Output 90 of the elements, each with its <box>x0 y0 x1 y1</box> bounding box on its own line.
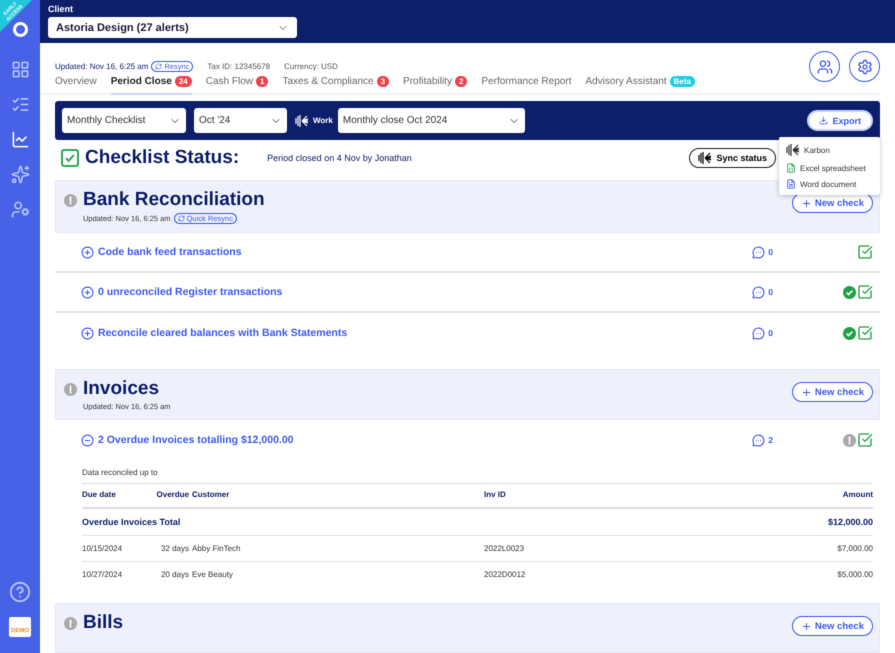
plus-icon <box>800 620 812 632</box>
column-header: Due date <box>82 489 117 501</box>
column-header: Customer <box>191 489 230 501</box>
tab[interactable]: Taxes & Compliance 3 <box>282 74 390 95</box>
new-check-button[interactable]: New check <box>792 382 873 402</box>
tab[interactable]: Advisory Assistant Beta <box>585 74 695 95</box>
karbon-icon <box>698 151 712 165</box>
table-cell-text: 10/27/2024 <box>82 569 124 581</box>
check-title[interactable]: Code bank feed transactions <box>98 246 242 258</box>
user-settings-icon[interactable] <box>10 200 30 219</box>
work-label: Work <box>313 116 333 125</box>
checkbox[interactable] <box>857 432 873 448</box>
period-closed-note: Period closed on 4 Nov by Jonathan <box>267 153 412 163</box>
checklist-status-title: Checklist Status: <box>85 147 240 169</box>
users-icon <box>816 58 832 74</box>
checklist-icon[interactable] <box>10 95 30 114</box>
total-label: Overdue Invoices Total <box>82 516 182 529</box>
settings-icon <box>856 58 872 74</box>
export-menu-item[interactable]: Word document <box>779 176 880 192</box>
export-button[interactable]: Export <box>807 110 873 131</box>
new-check-button[interactable]: New check <box>792 616 873 636</box>
sync-status-button[interactable]: Sync status <box>689 148 776 168</box>
currency-text: Currency: USD <box>284 62 338 71</box>
expand-icon[interactable] <box>81 246 94 258</box>
table-cell-text: 2022L0023 <box>483 543 526 555</box>
count-badge: 3 <box>376 76 390 87</box>
new-check-button[interactable]: New check <box>792 193 873 213</box>
updated-text: Updated: Nov 16, 6:25 am <box>55 62 148 71</box>
count-badge: 1 <box>256 76 268 87</box>
users-button[interactable] <box>809 51 840 82</box>
table-cell-text: Eve Beauty <box>191 569 234 581</box>
table-cell-text: $7,000.00 <box>836 543 873 555</box>
check-icon <box>64 152 76 164</box>
column-header: Inv ID <box>483 489 507 501</box>
plus-icon <box>800 198 812 208</box>
count-badge: 2 <box>454 76 468 87</box>
count-badge: 24 <box>174 76 192 87</box>
beta-tag: Beta <box>670 76 695 87</box>
export-menu-item[interactable]: Karbon <box>779 140 880 160</box>
checkbox[interactable] <box>857 325 873 341</box>
tax-id-text: Tax ID: 12345678 <box>207 62 270 71</box>
help-icon[interactable] <box>9 581 31 603</box>
collapse-icon[interactable] <box>81 434 94 446</box>
expand-icon[interactable] <box>81 286 94 298</box>
table-cell-text: 2022D0012 <box>483 569 526 581</box>
client-dropdown[interactable]: Astoria Design (27 alerts) <box>48 17 297 38</box>
total-amount: $12,000.00 <box>826 516 873 529</box>
table-cell-text: 10/15/2024 <box>82 543 124 555</box>
spreadsheet-icon <box>786 163 796 173</box>
checkbox[interactable] <box>857 284 873 300</box>
export-menu-item[interactable]: Excel spreadsheet <box>779 160 880 176</box>
section-title: Bank Reconciliation <box>83 189 265 211</box>
column-header: Amount <box>842 489 873 501</box>
checkbox[interactable] <box>857 244 873 260</box>
sparkles-icon[interactable] <box>10 165 30 184</box>
client-label: Client <box>48 4 74 14</box>
section-title: Invoices <box>83 378 160 400</box>
tab[interactable]: Profitability 2 <box>403 74 468 95</box>
tab[interactable]: Cash Flow 1 <box>206 74 268 95</box>
table-cell-text: $5,000.00 <box>836 569 873 581</box>
refresh-icon <box>178 215 185 222</box>
refresh-icon <box>155 63 162 70</box>
check-title[interactable]: 2 Overdue Invoices totalling $12,000.00 <box>98 434 294 446</box>
tab[interactable]: Overview <box>55 74 97 95</box>
alert-icon <box>64 617 77 630</box>
section-title: Bills <box>83 612 124 634</box>
check-title[interactable]: Reconcile cleared balances with Bank Statements <box>98 327 348 339</box>
tab[interactable]: Performance Report <box>481 74 572 95</box>
grid-icon[interactable] <box>10 60 30 79</box>
karbon-icon <box>295 114 309 128</box>
document-icon <box>786 179 796 189</box>
table-cell-text: Abby FinTech <box>191 543 242 555</box>
plus-icon <box>800 386 812 398</box>
reconciled-note: Data reconciled up to <box>82 460 873 484</box>
alert-icon <box>64 383 77 396</box>
alert-icon <box>64 194 77 207</box>
table-cell-text: 32 days <box>160 543 189 555</box>
download-icon <box>819 116 828 125</box>
settings-button[interactable] <box>849 51 880 82</box>
chart-icon[interactable] <box>10 130 30 149</box>
tab[interactable]: Period Close 24 <box>110 74 192 95</box>
check-title[interactable]: 0 unreconciled Register transactions <box>98 286 282 298</box>
column-header: Overdue <box>156 489 189 501</box>
checklist-dropdown[interactable]: Monthly Checklist <box>62 108 186 133</box>
app-logo-icon[interactable] <box>13 22 28 37</box>
table-cell-text: 20 days <box>160 569 189 581</box>
expand-icon[interactable] <box>81 326 94 340</box>
period-dropdown[interactable]: Oct '24 <box>194 108 287 133</box>
karbon-icon <box>786 143 800 157</box>
work-dropdown[interactable]: Monthly close Oct 2024 <box>338 108 525 133</box>
